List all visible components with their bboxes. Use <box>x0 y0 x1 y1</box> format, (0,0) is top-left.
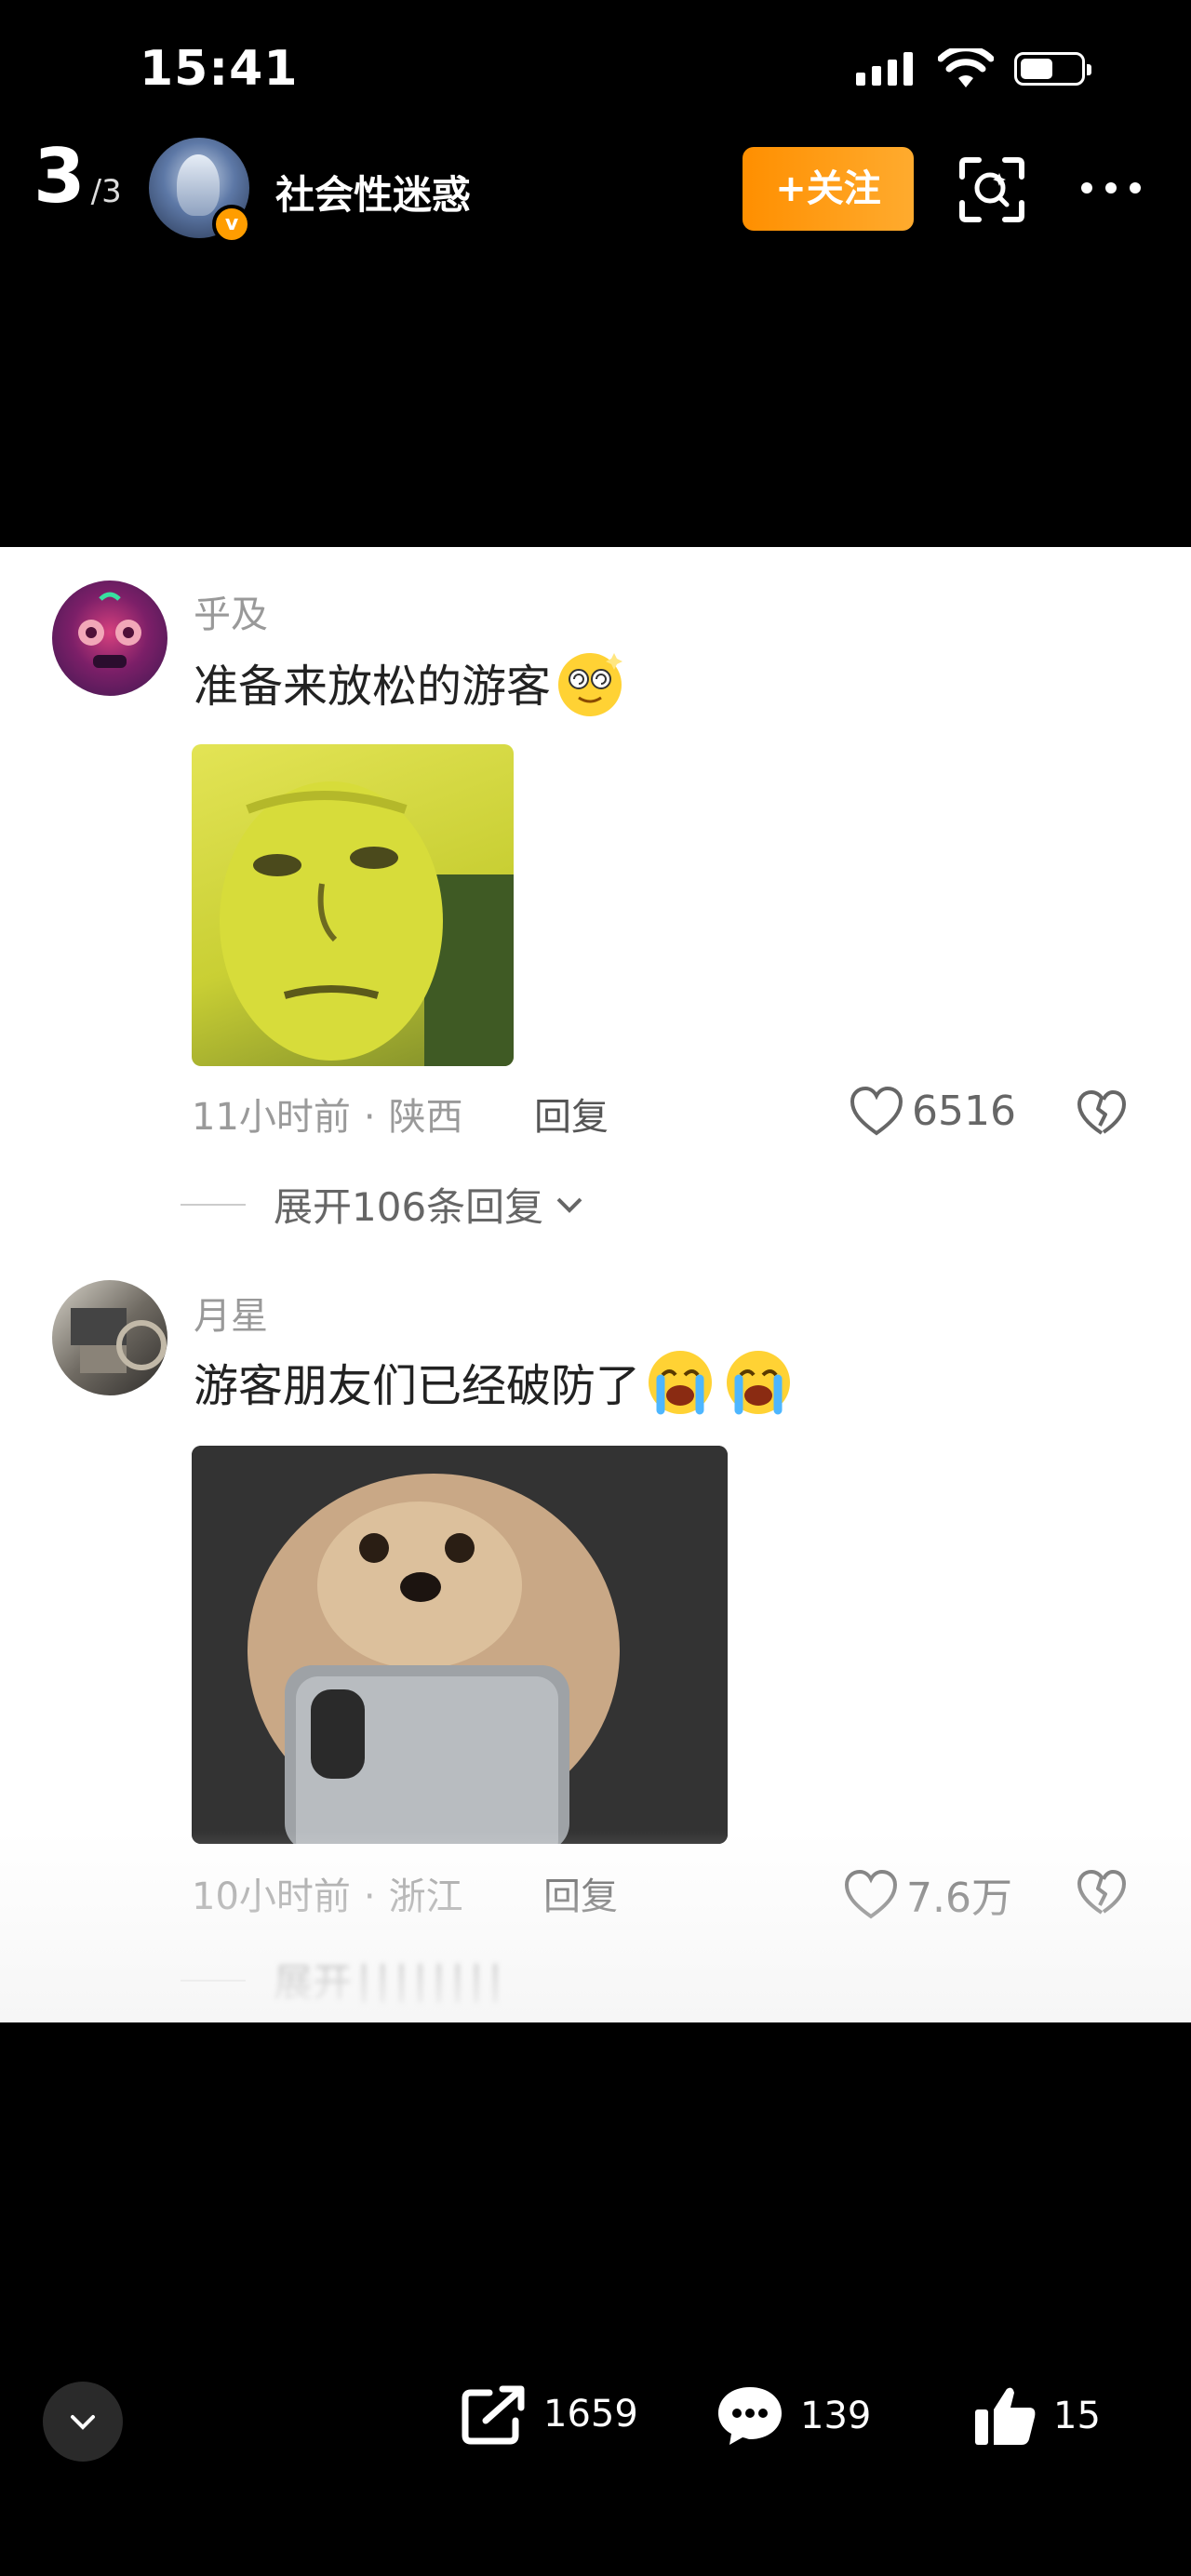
follow-button[interactable]: +关注 <box>743 147 914 231</box>
avatar[interactable] <box>52 1280 167 1395</box>
comment-time: 11小时前 <box>192 1096 351 1139</box>
battery-icon <box>1014 52 1091 86</box>
comment-text: 准备来放松的游客 <box>194 644 629 720</box>
comments-screenshot: 乎及 准备来放松的游客 11小时前 · 陕西 回复 6516 展开106条回复 … <box>0 547 1191 2022</box>
page-separator: / <box>90 173 102 210</box>
comment-username[interactable]: 乎及 <box>194 584 268 638</box>
comment-meta: 10小时前 · 浙江 <box>192 1875 463 1918</box>
comment-button[interactable]: 139 <box>715 2383 871 2449</box>
collapse-button[interactable] <box>43 2382 123 2462</box>
chevron-down-icon <box>556 1197 582 1213</box>
comment-text: 游客朋友们已经破防了 <box>194 1343 796 1420</box>
expand-replies-button[interactable]: 展开106条回复 <box>181 1176 586 1233</box>
expand-replies-label: 展开106条回复 <box>274 1184 544 1230</box>
heart-icon <box>844 1869 898 1919</box>
comment-bubble-icon <box>718 2387 782 2445</box>
page-total: 3 <box>101 173 122 210</box>
like-button[interactable]: 6516 <box>849 1085 1016 1137</box>
comment-username[interactable]: 月星 <box>194 1286 268 1340</box>
more-options-icon[interactable] <box>1081 182 1141 194</box>
page-counter: 3 / 3 <box>33 140 122 214</box>
loudly-crying-face-emoji-icon <box>727 1351 791 1415</box>
reply-button[interactable]: 回复 <box>534 1087 609 1141</box>
scan-icon[interactable] <box>958 156 1025 223</box>
comment-meme-image[interactable] <box>192 1446 728 1844</box>
comment-count: 139 <box>800 2395 872 2437</box>
like-count: 6516 <box>912 1087 1016 1135</box>
verified-badge-icon: v <box>212 205 251 244</box>
broken-heart-icon[interactable] <box>1076 1088 1128 1137</box>
like-count-total: 15 <box>1053 2395 1101 2437</box>
comment-meme-image[interactable] <box>192 744 514 1066</box>
wifi-icon <box>938 48 994 87</box>
comment-text-body: 游客朋友们已经破防了 <box>194 1360 641 1412</box>
comment-location: 陕西 <box>388 1096 463 1139</box>
comment-time: 10小时前 <box>192 1875 351 1918</box>
status-bar: 15:41 <box>0 0 1191 130</box>
expand-replies-button[interactable]: 展开 |||||||| <box>181 1952 507 2009</box>
author-name[interactable]: 社会性迷惑 <box>275 164 471 220</box>
avatar[interactable] <box>52 581 167 696</box>
dizzy-face-emoji-icon <box>558 653 623 716</box>
like-count: 7.6万 <box>906 1875 1012 1922</box>
share-count: 1659 <box>543 2393 638 2436</box>
page-current: 3 <box>33 133 86 220</box>
like-button[interactable]: 7.6万 <box>843 1864 1012 1924</box>
expand-replies-label: 展开 <box>274 1960 353 2006</box>
like-post-button[interactable]: 15 <box>971 2383 1101 2449</box>
comment-location: 浙江 <box>388 1875 463 1918</box>
reply-button[interactable]: 回复 <box>543 1866 618 1920</box>
heart-icon <box>850 1086 903 1136</box>
chevron-down-icon <box>71 2415 95 2430</box>
share-icon <box>462 2385 525 2445</box>
thumbs-up-icon <box>975 2387 1036 2445</box>
comment-text-body: 准备来放松的游客 <box>194 661 552 713</box>
share-button[interactable]: 1659 <box>462 2383 638 2445</box>
loudly-crying-face-emoji-icon <box>649 1351 713 1415</box>
cellular-signal-icon <box>856 52 913 86</box>
comment-meta: 11小时前 · 陕西 <box>192 1096 463 1139</box>
broken-heart-icon[interactable] <box>1076 1868 1128 1916</box>
status-time: 15:41 <box>140 41 299 97</box>
